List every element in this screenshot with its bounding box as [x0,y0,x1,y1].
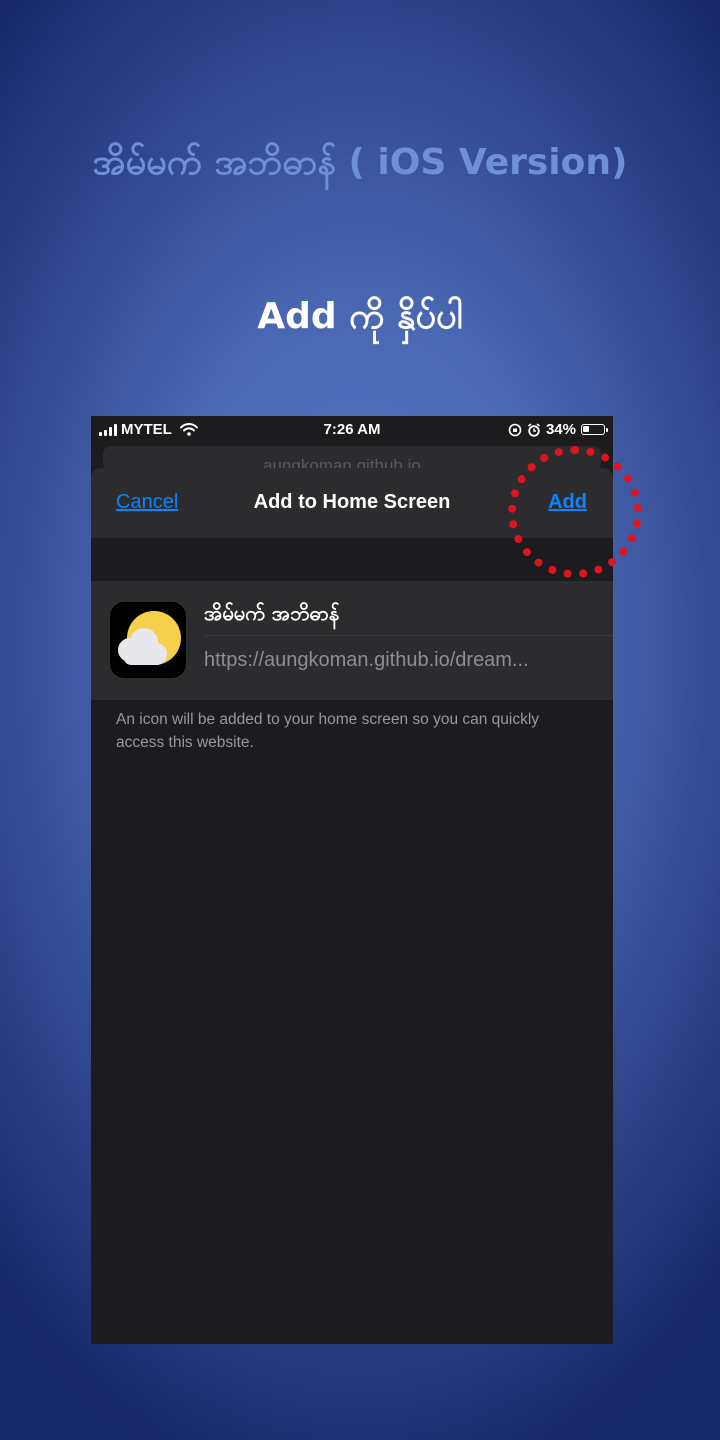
url-bar: aungkoman.github.io [103,446,601,470]
sun-cloud-icon [118,611,181,665]
sheet-nav-bar: Cancel Add to Home Screen Add [91,468,613,538]
alarm-icon [527,422,540,437]
battery-percentage: 34% [545,421,576,438]
section-spacer [91,538,613,581]
app-info-card: အိမ်မက် အဘိဓာန် https://aungkoman.github… [91,581,613,700]
slide-title: အိမ်မက် အဘိဓာန် ( iOS Version) [92,142,628,183]
app-url-text: https://aungkoman.github.io/dream... [204,649,529,671]
app-icon [110,602,186,678]
phone-screenshot: MYTEL 7:26 AM 34% aungkoman.github.io Ca… [91,416,613,1344]
app-name-field[interactable]: အိမ်မက် အဘိဓာန် [204,591,613,636]
instruction-text: Add ကို နှိပ်ပါ [257,296,463,337]
helper-text: An icon will be added to your home scree… [116,711,540,751]
battery-icon [581,424,608,435]
sheet-title: Add to Home Screen [253,491,451,513]
add-button[interactable]: Add [548,491,587,514]
orientation-lock-icon [508,423,522,436]
status-bar: MYTEL 7:26 AM 34% [91,416,613,444]
